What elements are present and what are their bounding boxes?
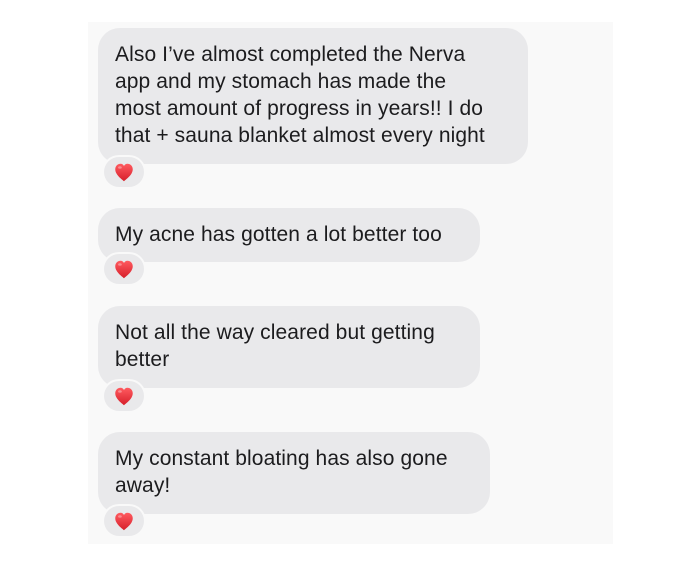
message-bubble[interactable]: My constant bloating has also gone away! — [98, 432, 490, 514]
message-bubble[interactable]: My acne has gotten a lot better too — [98, 208, 480, 262]
reaction-badge[interactable] — [104, 254, 144, 284]
reaction-badge[interactable] — [104, 157, 144, 187]
red-heart-icon — [115, 387, 133, 405]
message-bubble[interactable]: Also I’ve almost completed the Nerva app… — [98, 28, 528, 164]
reaction-badge[interactable] — [104, 381, 144, 411]
reaction-badge[interactable] — [104, 506, 144, 536]
red-heart-icon — [115, 260, 133, 278]
red-heart-icon — [115, 512, 133, 530]
red-heart-icon — [115, 163, 133, 181]
message-bubble[interactable]: Not all the way cleared but getting bett… — [98, 306, 480, 388]
